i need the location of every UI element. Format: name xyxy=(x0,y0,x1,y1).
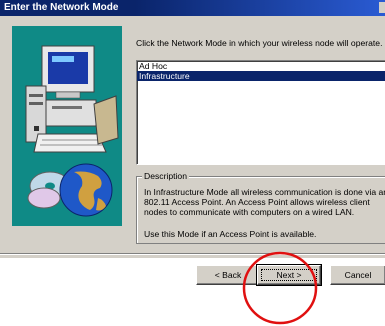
description-text: In Infrastructure Mode all wireless comm… xyxy=(144,187,385,217)
window-title: Enter the Network Mode xyxy=(4,2,119,13)
setup-wizard-window: Enter the Network Mode Click the Network… xyxy=(0,0,385,286)
list-item-infrastructure[interactable]: Infrastructure xyxy=(137,71,385,81)
description-groupbox: Description In Infrastructure Mode all w… xyxy=(136,171,385,244)
button-separator xyxy=(0,253,385,255)
list-item-ad-hoc[interactable]: Ad Hoc xyxy=(137,61,385,71)
wizard-illustration xyxy=(12,26,122,226)
computer-and-globe-image xyxy=(12,26,122,226)
red-annotation-circle xyxy=(242,251,318,325)
usage-text: Use this Mode if an Access Point is avai… xyxy=(144,229,317,239)
cancel-button[interactable]: Cancel xyxy=(330,265,385,285)
description-legend: Description xyxy=(142,171,189,181)
title-bar: Enter the Network Mode xyxy=(0,0,385,16)
instruction-text: Click the Network Mode in which your wir… xyxy=(136,38,383,48)
network-mode-listbox[interactable]: Ad Hoc Infrastructure xyxy=(136,60,385,165)
title-bar-button[interactable] xyxy=(379,2,385,13)
